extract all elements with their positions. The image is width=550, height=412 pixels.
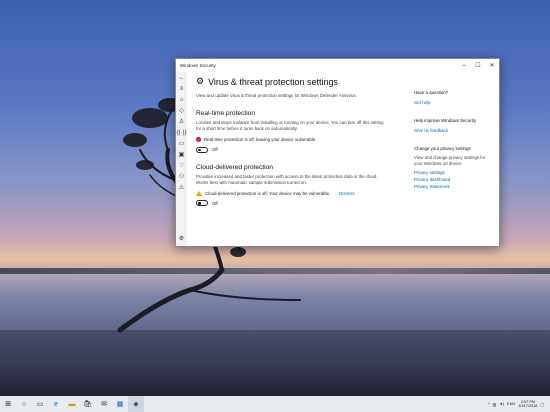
- history-icon[interactable]: ⚠: [176, 182, 187, 193]
- device-security-icon[interactable]: ▣: [176, 149, 187, 160]
- side-panel: Have a question? Get help Help improve W…: [414, 90, 494, 202]
- system-tray: ^ ▥ ◄) ENG 2:07 PM 10/17/2018 ▢: [488, 400, 550, 409]
- dismiss-link[interactable]: Dismiss: [339, 191, 354, 197]
- task-view-icon[interactable]: ▭: [32, 396, 48, 412]
- mail-icon[interactable]: ✉: [96, 396, 112, 412]
- window-title: Windows Security: [180, 63, 216, 68]
- device-health-icon[interactable]: ♡: [176, 160, 187, 171]
- network-icon[interactable]: ▥: [493, 402, 497, 407]
- taskbar: ⊞ ○ ▭ e ▬ 🛍 ✉ ▦ ◈ ^ ▥ ◄) ENG 2:07 PM 10/…: [0, 396, 550, 412]
- realtime-toggle[interactable]: [196, 146, 208, 153]
- start-button[interactable]: ⊞: [0, 396, 16, 412]
- family-icon[interactable]: ⚇: [176, 171, 187, 182]
- cloud-warning: Cloud-delivered protection is off. Your …: [196, 190, 386, 197]
- privacy-title: Change your privacy settings: [414, 146, 471, 151]
- privacy-statement-link[interactable]: Privacy Statement: [414, 183, 494, 190]
- privacy-dashboard-link[interactable]: Privacy dashboard: [414, 176, 494, 183]
- minimize-button[interactable]: –: [457, 59, 471, 72]
- realtime-description: Locates and stops malware from installin…: [196, 120, 384, 131]
- cloud-description: Provides increased and faster protection…: [196, 173, 378, 185]
- improve-title: Help improve Windows Security: [414, 118, 476, 123]
- photos-icon[interactable]: ▦: [112, 396, 128, 412]
- title-bar: Windows Security – ☐ ✕: [176, 59, 499, 72]
- feedback-link[interactable]: Give us feedback: [414, 127, 494, 134]
- nav-rail: ← ≡ ⌂ ◇ ♙ ((·)) ▭ ▣ ♡ ⚇ ⚠ ⚙: [176, 72, 187, 246]
- windows-security-window: Windows Security – ☐ ✕ ← ≡ ⌂ ◇ ♙ ((·)) ▭…: [175, 58, 500, 247]
- account-icon[interactable]: ♙: [176, 116, 187, 127]
- question-title: Have a question?: [414, 90, 449, 95]
- chevron-up-icon[interactable]: ^: [488, 402, 490, 406]
- privacy-settings-link[interactable]: Privacy settings: [414, 169, 494, 176]
- cloud-toggle[interactable]: [196, 200, 208, 206]
- notification-icon[interactable]: ▢: [540, 402, 544, 407]
- language-indicator[interactable]: ENG: [507, 402, 515, 406]
- firewall-icon[interactable]: ((·)): [176, 127, 187, 138]
- file-explorer-icon[interactable]: ▬: [64, 396, 80, 412]
- error-icon: ×: [196, 137, 201, 142]
- shield-icon[interactable]: ◇: [176, 105, 187, 116]
- app-browser-icon[interactable]: ▭: [176, 138, 187, 149]
- cloud-toggle-row: Off: [196, 200, 386, 206]
- realtime-warning: × Real-time protection is off, leaving y…: [196, 137, 317, 142]
- realtime-toggle-row: Off: [196, 146, 386, 153]
- menu-icon[interactable]: ≡: [176, 83, 187, 94]
- close-button[interactable]: ✕: [485, 59, 499, 72]
- edge-icon[interactable]: e: [48, 396, 64, 412]
- back-icon[interactable]: ←: [176, 72, 187, 83]
- get-help-link[interactable]: Get help: [414, 99, 494, 106]
- cloud-title: Cloud-delivered protection: [196, 163, 273, 171]
- search-icon[interactable]: ○: [16, 396, 32, 412]
- windows-security-taskbar-icon[interactable]: ◈: [128, 396, 144, 412]
- main-content: ⚙ Virus & threat protection settings Vie…: [196, 76, 386, 206]
- realtime-title: Real-time protection: [196, 110, 256, 117]
- volume-icon[interactable]: ◄): [499, 402, 504, 406]
- gear-icon: ⚙: [196, 76, 205, 86]
- maximize-button[interactable]: ☐: [471, 59, 485, 72]
- home-icon[interactable]: ⌂: [176, 94, 187, 105]
- privacy-text: View and change privacy settings for you…: [414, 155, 486, 166]
- cloud-toggle-label: Off: [212, 200, 218, 206]
- page-title: ⚙ Virus & threat protection settings: [196, 76, 338, 87]
- warning-icon: [196, 190, 202, 196]
- page-description: View and update Virus & threat protectio…: [196, 93, 357, 98]
- settings-icon[interactable]: ⚙: [176, 233, 187, 244]
- clock[interactable]: 2:07 PM 10/17/2018: [518, 400, 537, 409]
- realtime-toggle-label: Off: [212, 147, 218, 152]
- store-icon[interactable]: 🛍: [80, 396, 96, 412]
